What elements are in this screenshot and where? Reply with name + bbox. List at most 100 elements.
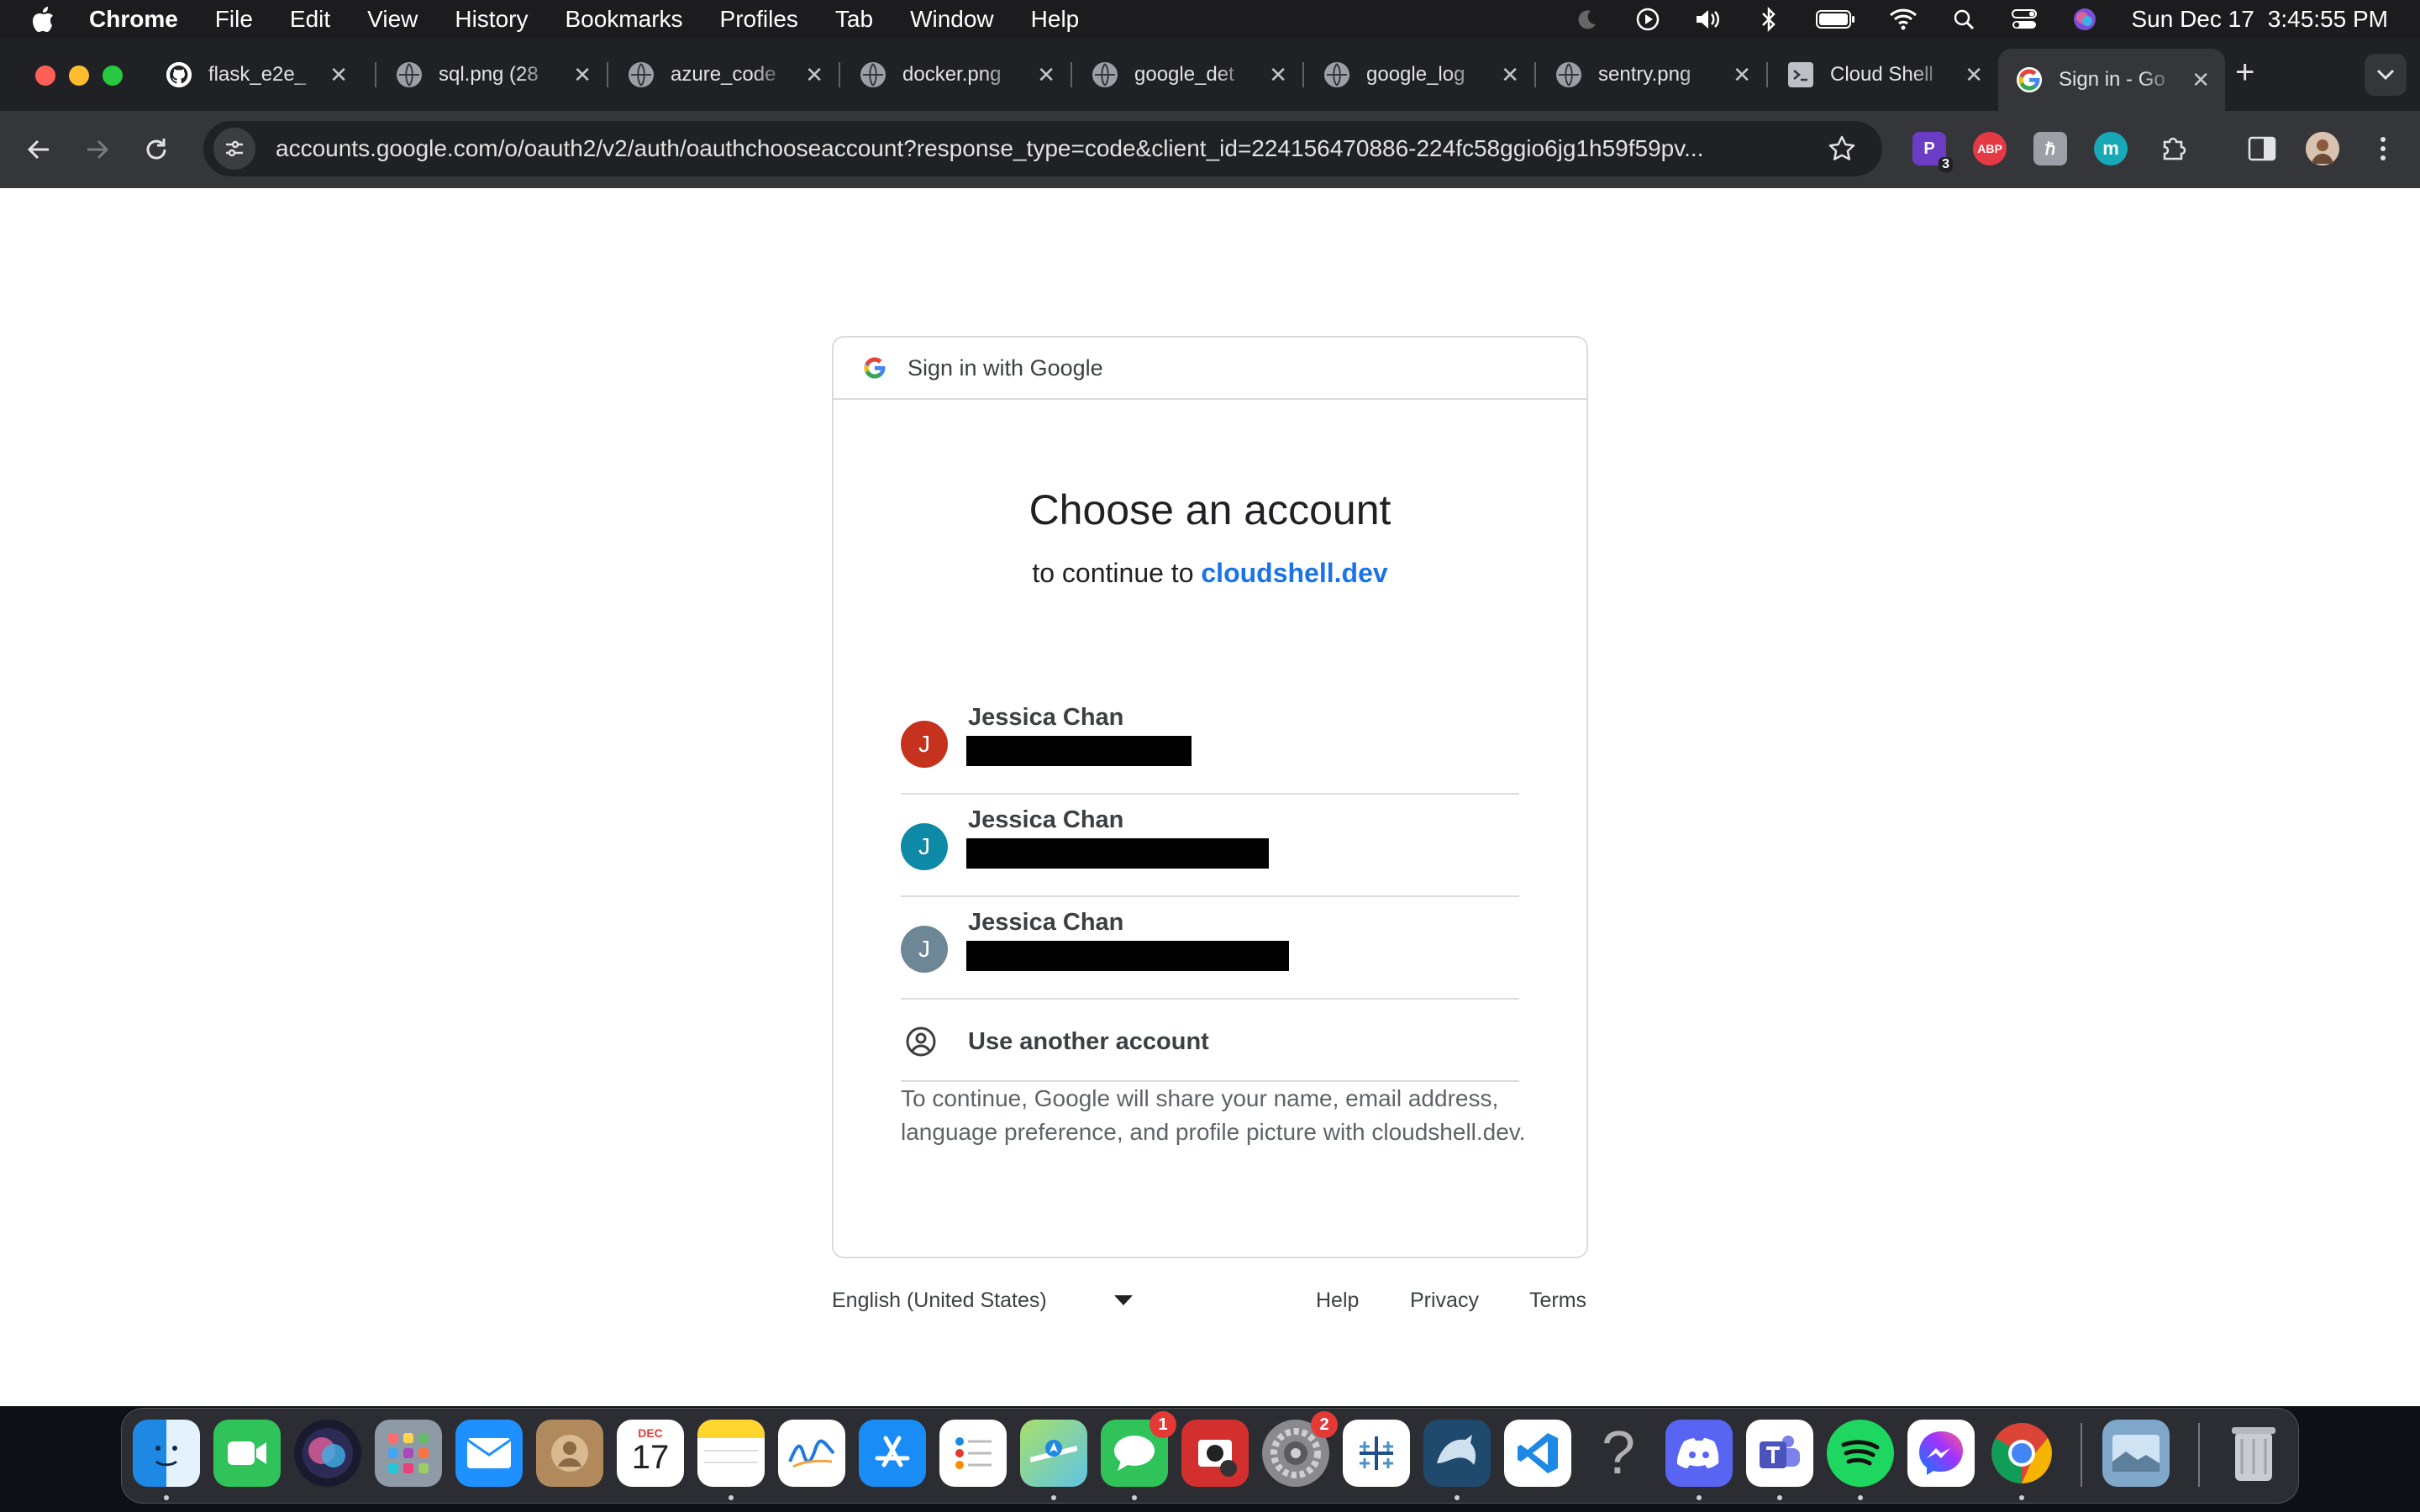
extension-p-icon[interactable]: P3 bbox=[1912, 132, 1953, 172]
calendar-icon[interactable]: DEC 17 bbox=[617, 1420, 684, 1487]
use-another-account-button[interactable]: Use another account bbox=[901, 1000, 1519, 1082]
privacy-link[interactable]: Privacy bbox=[1410, 1289, 1479, 1313]
spotlight-search-icon[interactable] bbox=[1949, 5, 1978, 34]
tab-close-icon[interactable]: ✕ bbox=[805, 62, 823, 88]
menu-profiles[interactable]: Profiles bbox=[720, 6, 798, 33]
side-panel-icon[interactable] bbox=[2245, 132, 2279, 165]
tab-close-icon[interactable]: ✕ bbox=[1037, 62, 1055, 88]
account-item[interactable]: J Jessica Chan bbox=[901, 897, 1519, 1000]
help-link[interactable]: Help bbox=[1316, 1289, 1359, 1313]
discord-icon[interactable] bbox=[1665, 1420, 1733, 1487]
contacts-icon[interactable] bbox=[536, 1420, 603, 1487]
app-store-icon[interactable] bbox=[859, 1420, 926, 1487]
account-item[interactable]: J Jessica Chan bbox=[901, 795, 1519, 897]
caret-down-icon[interactable] bbox=[1114, 1295, 1133, 1305]
bookmark-star-icon[interactable] bbox=[1825, 132, 1859, 165]
siri-icon[interactable] bbox=[294, 1420, 361, 1487]
window-minimize-button[interactable] bbox=[69, 66, 89, 86]
tab-sentry[interactable]: sentry.png ✕ bbox=[1538, 49, 1766, 101]
sharing-disclaimer: To continue, Google will share your name… bbox=[901, 1085, 1526, 1145]
tab-flask[interactable]: flask_e2e_ ✕ bbox=[148, 49, 363, 101]
tab-close-icon[interactable]: ✕ bbox=[1733, 62, 1751, 88]
menu-history[interactable]: History bbox=[455, 6, 528, 33]
menu-tab[interactable]: Tab bbox=[835, 6, 873, 33]
volume-icon[interactable] bbox=[1694, 5, 1723, 34]
address-bar[interactable]: accounts.google.com/o/oauth2/v2/auth/oau… bbox=[203, 121, 1882, 176]
facetime-icon[interactable] bbox=[213, 1420, 281, 1487]
tableau-icon[interactable] bbox=[1343, 1420, 1410, 1487]
mail-icon[interactable] bbox=[455, 1420, 523, 1487]
tab-close-icon[interactable]: ✕ bbox=[1269, 62, 1287, 88]
tab-close-icon[interactable]: ✕ bbox=[2191, 67, 2210, 93]
help-question-icon[interactable]: ? bbox=[1585, 1420, 1652, 1487]
spotify-icon[interactable] bbox=[1827, 1420, 1894, 1487]
adblock-plus-icon[interactable]: ABP bbox=[1973, 132, 2007, 165]
reload-button[interactable] bbox=[134, 128, 178, 171]
menu-file[interactable]: File bbox=[215, 6, 253, 33]
apple-logo-icon[interactable] bbox=[30, 4, 55, 34]
tab-cloud-shell[interactable]: Cloud Shell ✕ bbox=[1770, 49, 1998, 101]
photo-booth-icon[interactable] bbox=[1181, 1420, 1249, 1487]
menu-window[interactable]: Window bbox=[910, 6, 994, 33]
preview-icon[interactable] bbox=[2102, 1420, 2170, 1487]
menu-bookmarks[interactable]: Bookmarks bbox=[565, 6, 682, 33]
tab-close-icon[interactable]: ✕ bbox=[573, 62, 592, 88]
system-settings-icon[interactable]: 2 bbox=[1262, 1411, 1338, 1487]
tab-search-button[interactable] bbox=[2365, 54, 2407, 96]
reminders-icon[interactable] bbox=[939, 1420, 1007, 1487]
tab-azure[interactable]: azure_code ✕ bbox=[610, 49, 839, 101]
messages-badge: 1 bbox=[1150, 1411, 1176, 1438]
tab-google-det[interactable]: google_det ✕ bbox=[1074, 49, 1302, 101]
account-item[interactable]: J Jessica Chan bbox=[901, 692, 1519, 795]
menu-app-chrome[interactable]: Chrome bbox=[89, 6, 178, 33]
url-text[interactable]: accounts.google.com/o/oauth2/v2/auth/oau… bbox=[276, 135, 1780, 162]
play-icon[interactable] bbox=[1634, 5, 1662, 34]
messages-icon[interactable]: 1 bbox=[1101, 1411, 1176, 1487]
site-info-icon[interactable] bbox=[213, 128, 255, 170]
finder-icon[interactable] bbox=[133, 1420, 200, 1487]
profile-avatar[interactable] bbox=[2306, 132, 2339, 165]
battery-icon[interactable] bbox=[1815, 5, 1857, 34]
chrome-icon[interactable] bbox=[1988, 1420, 2055, 1487]
signin-card: Sign in with Google Choose an account to… bbox=[832, 336, 1588, 1258]
freeform-icon[interactable] bbox=[778, 1420, 845, 1487]
extension-gray-icon[interactable]: ℏ bbox=[2033, 132, 2067, 165]
tab-docker[interactable]: docker.png ✕ bbox=[842, 49, 1071, 101]
extensions-puzzle-icon[interactable] bbox=[2156, 132, 2190, 165]
messenger-icon[interactable] bbox=[1907, 1420, 1975, 1487]
moon-icon[interactable] bbox=[1573, 5, 1602, 34]
launchpad-icon[interactable] bbox=[375, 1420, 442, 1487]
app-link[interactable]: cloudshell.dev bbox=[1201, 558, 1387, 588]
teams-icon[interactable] bbox=[1746, 1420, 1813, 1487]
window-close-button[interactable] bbox=[35, 66, 55, 86]
tab-close-icon[interactable]: ✕ bbox=[1965, 62, 1983, 88]
tab-sign-in[interactable]: Sign in - Go ✕ bbox=[1998, 49, 2225, 111]
language-select[interactable]: English (United States) bbox=[832, 1289, 1047, 1313]
tab-close-icon[interactable]: ✕ bbox=[1501, 62, 1519, 88]
extension-m-icon[interactable]: m bbox=[2094, 132, 2128, 165]
tab-google-log[interactable]: google_log ✕ bbox=[1306, 49, 1534, 101]
vscode-icon[interactable] bbox=[1504, 1420, 1571, 1487]
wifi-icon[interactable] bbox=[1889, 5, 1918, 34]
maps-icon[interactable] bbox=[1020, 1420, 1087, 1487]
notes-icon[interactable] bbox=[697, 1420, 765, 1487]
card-header-title: Sign in with Google bbox=[908, 354, 1103, 381]
window-zoom-button[interactable] bbox=[103, 66, 123, 86]
menu-edit[interactable]: Edit bbox=[290, 6, 330, 33]
siri-icon[interactable] bbox=[2070, 5, 2099, 34]
language-label: English (United States) bbox=[832, 1289, 1047, 1312]
new-tab-button[interactable]: + bbox=[2235, 54, 2254, 92]
tab-close-icon[interactable]: ✕ bbox=[329, 62, 348, 88]
chrome-menu-icon[interactable] bbox=[2366, 132, 2400, 165]
terms-link[interactable]: Terms bbox=[1529, 1289, 1586, 1313]
tab-sql[interactable]: sql.png (28 ✕ bbox=[378, 49, 607, 101]
forward-button[interactable] bbox=[76, 128, 119, 171]
menu-help[interactable]: Help bbox=[1031, 6, 1080, 33]
mysql-workbench-icon[interactable] bbox=[1423, 1420, 1491, 1487]
trash-icon[interactable] bbox=[2220, 1420, 2287, 1487]
bluetooth-icon[interactable] bbox=[1754, 5, 1783, 34]
control-center-icon[interactable] bbox=[2010, 5, 2039, 34]
back-button[interactable] bbox=[17, 128, 60, 171]
menu-view[interactable]: View bbox=[367, 6, 418, 33]
menu-clock[interactable]: Sun Dec 17 3:45:55 PM bbox=[2131, 6, 2388, 33]
